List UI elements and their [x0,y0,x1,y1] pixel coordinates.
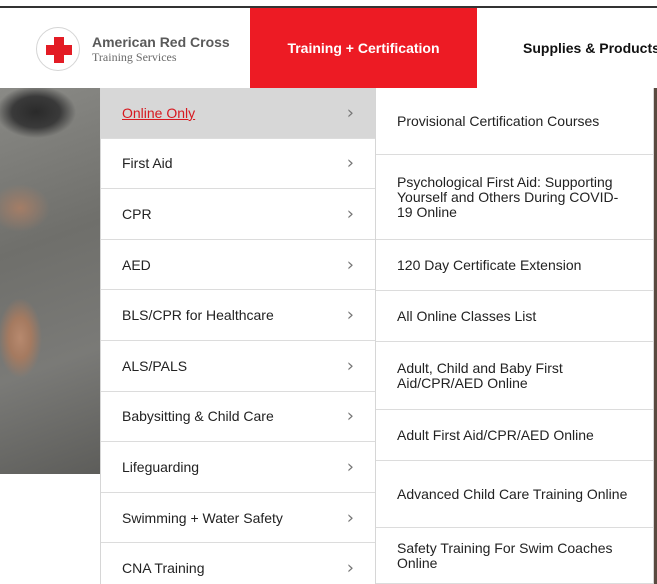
subitem-adult-first-aid[interactable]: Adult First Aid/CPR/AED Online [376,410,653,461]
category-label: CPR [122,205,152,222]
category-bls-cpr-healthcare[interactable]: BLS/CPR for Healthcare › [101,290,375,341]
category-first-aid[interactable]: First Aid › [101,139,375,190]
category-label: Swimming + Water Safety [122,509,283,526]
category-label: BLS/CPR for Healthcare [122,307,274,324]
category-label: AED [122,256,151,273]
chevron-right-icon: › [346,355,354,377]
chevron-right-icon: › [346,507,354,529]
subitem-label: Provisional Certification Courses [397,112,600,129]
nav-training-certification[interactable]: Training + Certification [250,8,477,88]
logo-title: American Red Cross [92,34,230,50]
chevron-right-icon: › [346,102,354,124]
chevron-right-icon: › [346,152,354,174]
subitem-label: All Online Classes List [397,307,537,324]
chevron-right-icon: › [346,557,354,579]
subitem-label: Adult, Child and Baby First Aid/CPR/AED … [397,359,563,391]
subitem-label: Advanced Child Care Training Online [397,485,628,502]
subitem-120-day-extension[interactable]: 120 Day Certificate Extension [376,240,653,291]
category-cpr[interactable]: CPR › [101,189,375,240]
logo[interactable]: American Red Cross Training Services [36,27,246,71]
subitem-swim-coaches[interactable]: Safety Training For Swim Coaches Online [376,528,653,584]
category-cna-training[interactable]: CNA Training › [101,543,375,584]
subitem-all-online-classes[interactable]: All Online Classes List [376,291,653,342]
chevron-right-icon: › [346,254,354,276]
category-als-pals[interactable]: ALS/PALS › [101,341,375,392]
subitem-advanced-child-care[interactable]: Advanced Child Care Training Online [376,461,653,528]
subitem-psychological-first-aid[interactable]: Psychological First Aid: Supporting Your… [376,155,653,240]
chevron-right-icon: › [346,405,354,427]
subitem-provisional-certification[interactable]: Provisional Certification Courses [376,88,653,155]
category-aed[interactable]: AED › [101,240,375,291]
subitem-label: 120 Day Certificate Extension [397,256,582,273]
category-label: Online Only [122,104,196,121]
subitem-label: Adult First Aid/CPR/AED Online [397,426,594,443]
chevron-right-icon: › [346,203,354,225]
category-lifeguarding[interactable]: Lifeguarding › [101,442,375,493]
subitem-label: Safety Training For Swim Coaches Online [397,539,613,571]
red-cross-icon [36,27,80,71]
logo-subtitle: Training Services [92,50,177,64]
top-border [0,0,657,8]
category-label: ALS/PALS [122,357,188,374]
category-menu: Online Only › First Aid › CPR › AED › BL… [100,88,376,584]
nav-supplies-products[interactable]: Supplies & Products [477,8,657,88]
category-label: First Aid [122,155,173,172]
subitem-adult-child-baby-first-aid[interactable]: Adult, Child and Baby First Aid/CPR/AED … [376,342,653,410]
category-babysitting-child-care[interactable]: Babysitting & Child Care › [101,392,375,443]
category-label: Lifeguarding [122,458,200,475]
category-label: CNA Training [122,560,205,577]
category-online-only[interactable]: Online Only › [101,88,375,139]
hero-image [0,88,100,474]
chevron-right-icon: › [346,456,354,478]
subitem-label: Psychological First Aid: Supporting Your… [397,173,619,220]
site-header: American Red Cross Training Services Tra… [0,8,657,88]
logo-text: American Red Cross Training Services [92,34,230,64]
category-swimming-water-safety[interactable]: Swimming + Water Safety › [101,493,375,544]
chevron-right-icon: › [346,304,354,326]
category-label: Babysitting & Child Care [122,408,274,425]
subcategory-menu: Provisional Certification Courses Psycho… [376,88,654,584]
